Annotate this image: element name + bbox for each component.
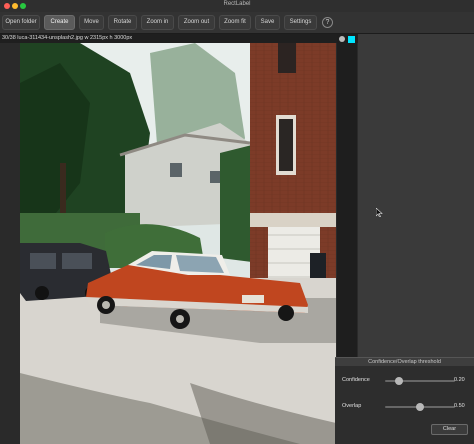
mouse-pointer-icon — [376, 208, 383, 217]
open-folder-button[interactable]: Open folder — [2, 15, 40, 30]
overlap-label: Overlap — [342, 403, 362, 409]
color-swatch[interactable] — [348, 36, 355, 43]
image-info-bar: 30/38 luca-311434-unsplash2.jpg w 2315px… — [0, 34, 358, 43]
save-button[interactable]: Save — [255, 15, 280, 30]
clear-button[interactable]: Clear — [431, 424, 468, 435]
confidence-label: Confidence — [342, 377, 370, 383]
threshold-panel: Confidence/Overlap threshold Confidence … — [335, 357, 474, 444]
zoom-out-button[interactable]: Zoom out — [178, 15, 215, 30]
half-circle-icon[interactable] — [339, 36, 345, 42]
confidence-slider-thumb[interactable] — [395, 377, 403, 385]
move-button[interactable]: Move — [79, 15, 104, 30]
zoom-in-button[interactable]: Zoom in — [141, 15, 174, 30]
overlap-slider[interactable] — [385, 403, 455, 411]
title-bar: RectLabel — [0, 0, 474, 12]
window-title: RectLabel — [223, 1, 251, 7]
confidence-value: 0.20 — [454, 377, 465, 383]
threshold-panel-title: Confidence/Overlap threshold — [335, 358, 474, 366]
create-button[interactable]: Create — [44, 15, 75, 30]
rotate-button[interactable]: Rotate — [108, 15, 137, 30]
zoom-fit-button[interactable]: Zoom fit — [219, 15, 251, 30]
settings-button[interactable]: Settings — [284, 15, 317, 30]
confidence-slider[interactable] — [385, 377, 455, 385]
overlap-slider-thumb[interactable] — [416, 403, 424, 411]
street-scene-image — [20, 43, 336, 444]
help-button[interactable]: ? — [322, 17, 333, 28]
toolbar: Open folder Create Move Rotate Zoom in Z… — [0, 12, 474, 34]
street-photo[interactable] — [20, 43, 336, 444]
overlap-value: 0.50 — [454, 403, 465, 409]
